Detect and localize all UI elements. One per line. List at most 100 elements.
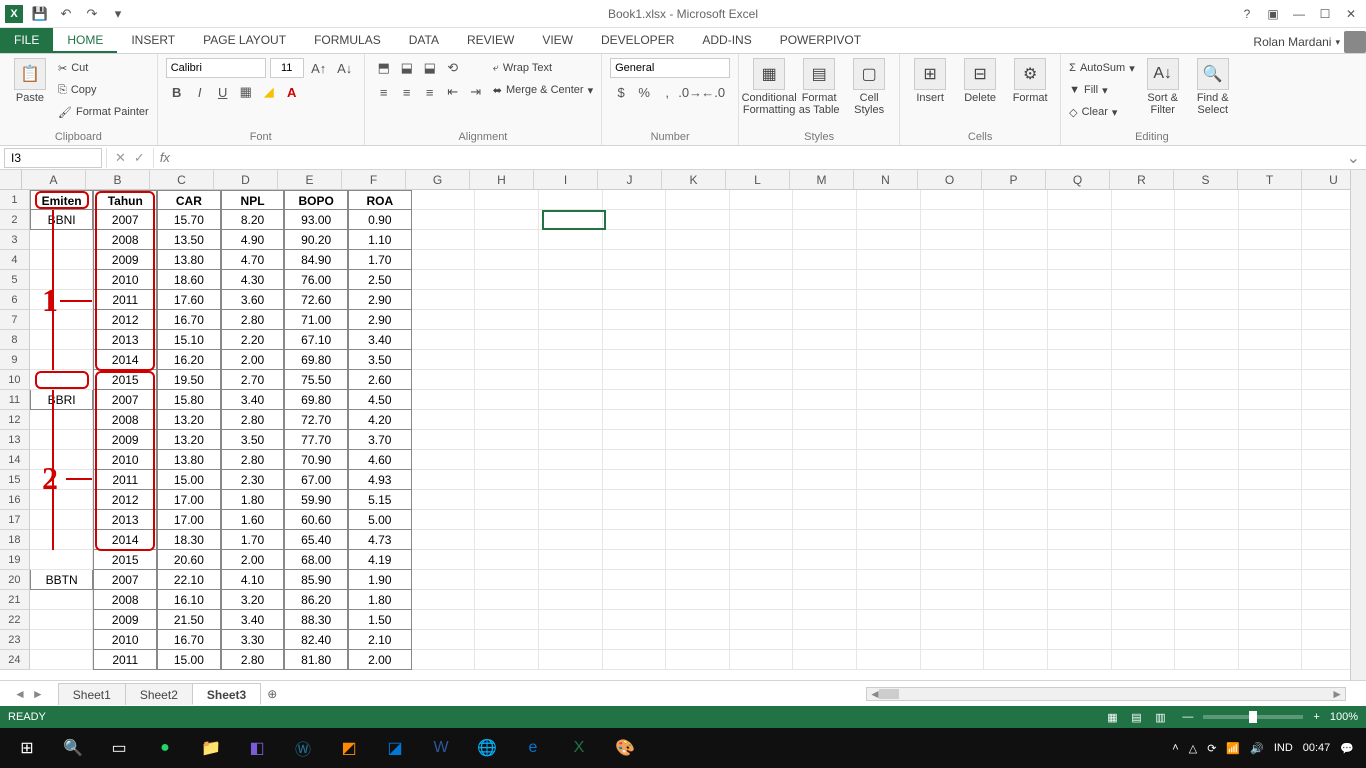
cell[interactable]: 13.50 (157, 230, 221, 250)
align-top-icon[interactable]: ⬒ (373, 58, 395, 78)
row-header[interactable]: 23 (0, 630, 30, 650)
cell[interactable]: 2007 (93, 390, 157, 410)
cell[interactable]: Tahun (93, 190, 157, 210)
cell[interactable]: 2.00 (221, 350, 285, 370)
cell[interactable] (1048, 570, 1112, 590)
cell[interactable] (857, 350, 921, 370)
cell[interactable] (30, 410, 94, 430)
cell[interactable] (475, 590, 539, 610)
cell[interactable] (30, 630, 94, 650)
cell[interactable] (793, 350, 857, 370)
cell[interactable] (412, 610, 476, 630)
cell[interactable] (793, 410, 857, 430)
cell[interactable] (730, 610, 794, 630)
row-header[interactable]: 16 (0, 490, 30, 510)
cell[interactable] (793, 230, 857, 250)
cell[interactable] (730, 370, 794, 390)
cell[interactable] (475, 410, 539, 430)
cell[interactable] (603, 370, 667, 390)
column-header[interactable]: M (790, 170, 854, 189)
cell[interactable] (475, 570, 539, 590)
cell[interactable]: 1.70 (348, 250, 412, 270)
cell[interactable] (921, 530, 985, 550)
cell[interactable] (921, 370, 985, 390)
cell[interactable] (1175, 210, 1239, 230)
column-header[interactable]: F (342, 170, 406, 189)
cell[interactable]: 20.60 (157, 550, 221, 570)
cell[interactable] (666, 530, 730, 550)
cell[interactable] (793, 430, 857, 450)
cell[interactable] (857, 270, 921, 290)
autosum-button[interactable]: Σ AutoSum ▾ (1069, 58, 1135, 78)
cell[interactable] (857, 450, 921, 470)
decrease-font-icon[interactable]: A↓ (334, 58, 356, 78)
cell[interactable] (857, 530, 921, 550)
cell[interactable] (921, 330, 985, 350)
cell[interactable] (412, 290, 476, 310)
cell[interactable] (1048, 610, 1112, 630)
cell[interactable] (603, 350, 667, 370)
cell[interactable] (539, 650, 603, 670)
cell[interactable]: 1.80 (348, 590, 412, 610)
cell[interactable]: 3.50 (221, 430, 285, 450)
maximize-icon[interactable]: ☐ (1314, 7, 1336, 21)
cell[interactable] (666, 370, 730, 390)
column-header[interactable]: A (22, 170, 86, 189)
cell[interactable]: 2010 (93, 630, 157, 650)
cell[interactable]: 4.19 (348, 550, 412, 570)
cell[interactable] (475, 310, 539, 330)
cell[interactable]: 3.60 (221, 290, 285, 310)
font-name-input[interactable] (166, 58, 266, 78)
cell[interactable] (921, 490, 985, 510)
cell[interactable] (666, 630, 730, 650)
cell[interactable] (666, 590, 730, 610)
column-header[interactable]: C (150, 170, 214, 189)
tray-sync-icon[interactable]: ⟳ (1207, 742, 1216, 755)
cell[interactable] (984, 650, 1048, 670)
cell[interactable] (1175, 530, 1239, 550)
orientation-icon[interactable]: ⟲ (442, 58, 464, 78)
paste-button[interactable]: 📋Paste (8, 58, 52, 104)
cell[interactable] (1112, 250, 1176, 270)
cell[interactable] (793, 190, 857, 210)
wordpress-icon[interactable]: Ⓦ (280, 728, 326, 768)
currency-icon[interactable]: $ (610, 82, 632, 102)
search-icon[interactable]: 🔍 (50, 728, 96, 768)
cell[interactable] (793, 590, 857, 610)
cell[interactable] (539, 470, 603, 490)
row-header[interactable]: 19 (0, 550, 30, 570)
cell[interactable] (1175, 310, 1239, 330)
cell[interactable] (1048, 230, 1112, 250)
redo-icon[interactable]: ↷ (82, 4, 102, 24)
cell[interactable] (793, 250, 857, 270)
cell[interactable]: 84.90 (284, 250, 348, 270)
cell[interactable]: 22.10 (157, 570, 221, 590)
cell[interactable] (1175, 490, 1239, 510)
cell[interactable] (730, 510, 794, 530)
cell[interactable] (793, 550, 857, 570)
horizontal-scrollbar[interactable]: ◄ ► (866, 687, 1346, 701)
cell[interactable] (666, 510, 730, 530)
cell[interactable] (730, 650, 794, 670)
cell[interactable]: 4.10 (221, 570, 285, 590)
cell[interactable] (666, 390, 730, 410)
cell[interactable]: 59.90 (284, 490, 348, 510)
enter-formula-icon[interactable]: ✓ (134, 150, 145, 166)
cell[interactable]: 2011 (93, 650, 157, 670)
cell[interactable] (857, 590, 921, 610)
cell[interactable] (984, 470, 1048, 490)
close-icon[interactable]: ✕ (1340, 7, 1362, 21)
cell[interactable] (1239, 230, 1303, 250)
font-size-input[interactable] (270, 58, 304, 78)
tab-review[interactable]: REVIEW (453, 27, 528, 53)
cell[interactable] (30, 230, 94, 250)
cell[interactable] (603, 270, 667, 290)
cell[interactable]: 16.10 (157, 590, 221, 610)
cell[interactable] (412, 270, 476, 290)
conditional-formatting-button[interactable]: ▦Conditional Formatting (747, 58, 791, 116)
cell[interactable] (984, 310, 1048, 330)
cell[interactable] (1048, 510, 1112, 530)
cell[interactable] (793, 330, 857, 350)
tray-drive-icon[interactable]: △ (1189, 742, 1197, 755)
cell[interactable]: 8.20 (221, 210, 285, 230)
